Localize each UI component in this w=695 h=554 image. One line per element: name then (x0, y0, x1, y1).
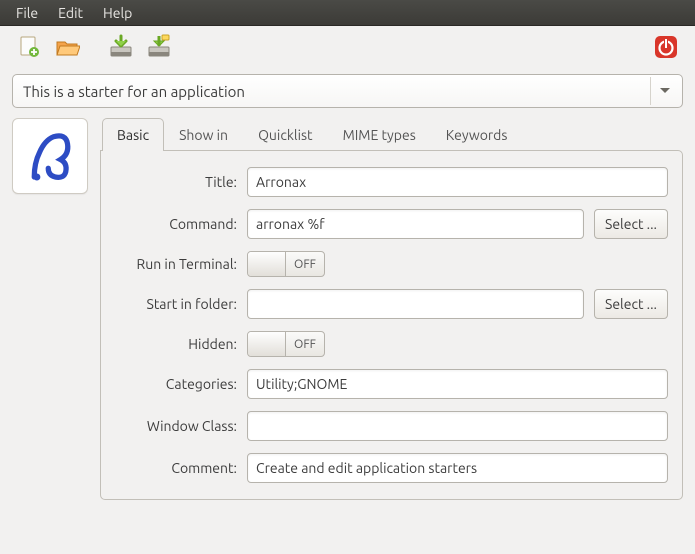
toggle-off-label: OFF (286, 252, 324, 276)
command-select-button[interactable]: Select ... (594, 209, 668, 239)
quit-button[interactable] (649, 30, 683, 64)
menu-file[interactable]: File (6, 2, 48, 24)
toolbar (0, 26, 695, 68)
categories-label: Categories: (107, 376, 237, 392)
start-folder-input[interactable] (247, 289, 584, 319)
run-terminal-label: Run in Terminal: (107, 256, 237, 272)
window-class-input[interactable] (247, 411, 668, 441)
title-label: Title: (107, 174, 237, 190)
starter-type-combo[interactable]: This is a starter for an application (12, 74, 683, 108)
command-input[interactable] (247, 209, 584, 239)
command-label: Command: (107, 216, 237, 232)
save-as-button[interactable] (142, 30, 176, 64)
content-area: Basic Show in Quicklist MIME types Keywo… (0, 118, 695, 512)
tab-keywords[interactable]: Keywords (431, 118, 523, 151)
hidden-label: Hidden: (107, 336, 237, 352)
start-folder-label: Start in folder: (107, 296, 237, 312)
toggle-knob (248, 252, 286, 276)
run-terminal-toggle[interactable]: OFF (247, 251, 325, 277)
tab-bar: Basic Show in Quicklist MIME types Keywo… (100, 118, 683, 151)
chevron-down-icon (650, 77, 678, 105)
comment-input[interactable] (247, 453, 668, 483)
tab-quicklist[interactable]: Quicklist (243, 118, 328, 151)
window-class-label: Window Class: (107, 418, 237, 434)
toggle-off-label: OFF (286, 332, 324, 356)
toggle-knob (248, 332, 286, 356)
categories-input[interactable] (247, 369, 668, 399)
menu-edit[interactable]: Edit (48, 2, 93, 24)
tab-show-in[interactable]: Show in (164, 118, 243, 151)
tab-mime-types[interactable]: MIME types (328, 118, 431, 151)
title-input[interactable] (247, 167, 668, 197)
start-folder-select-button[interactable]: Select ... (594, 289, 668, 319)
app-icon-chooser[interactable] (12, 118, 88, 194)
menu-help[interactable]: Help (93, 2, 142, 24)
new-file-button[interactable] (12, 30, 46, 64)
comment-label: Comment: (107, 460, 237, 476)
starter-type-text: This is a starter for an application (23, 83, 650, 100)
tab-panel-basic: Title: Command: Select ... Run in Termin… (100, 150, 683, 500)
tab-basic[interactable]: Basic (102, 118, 164, 151)
hidden-toggle[interactable]: OFF (247, 331, 325, 357)
save-button[interactable] (104, 30, 138, 64)
open-file-button[interactable] (50, 30, 84, 64)
menubar: File Edit Help (0, 0, 695, 26)
